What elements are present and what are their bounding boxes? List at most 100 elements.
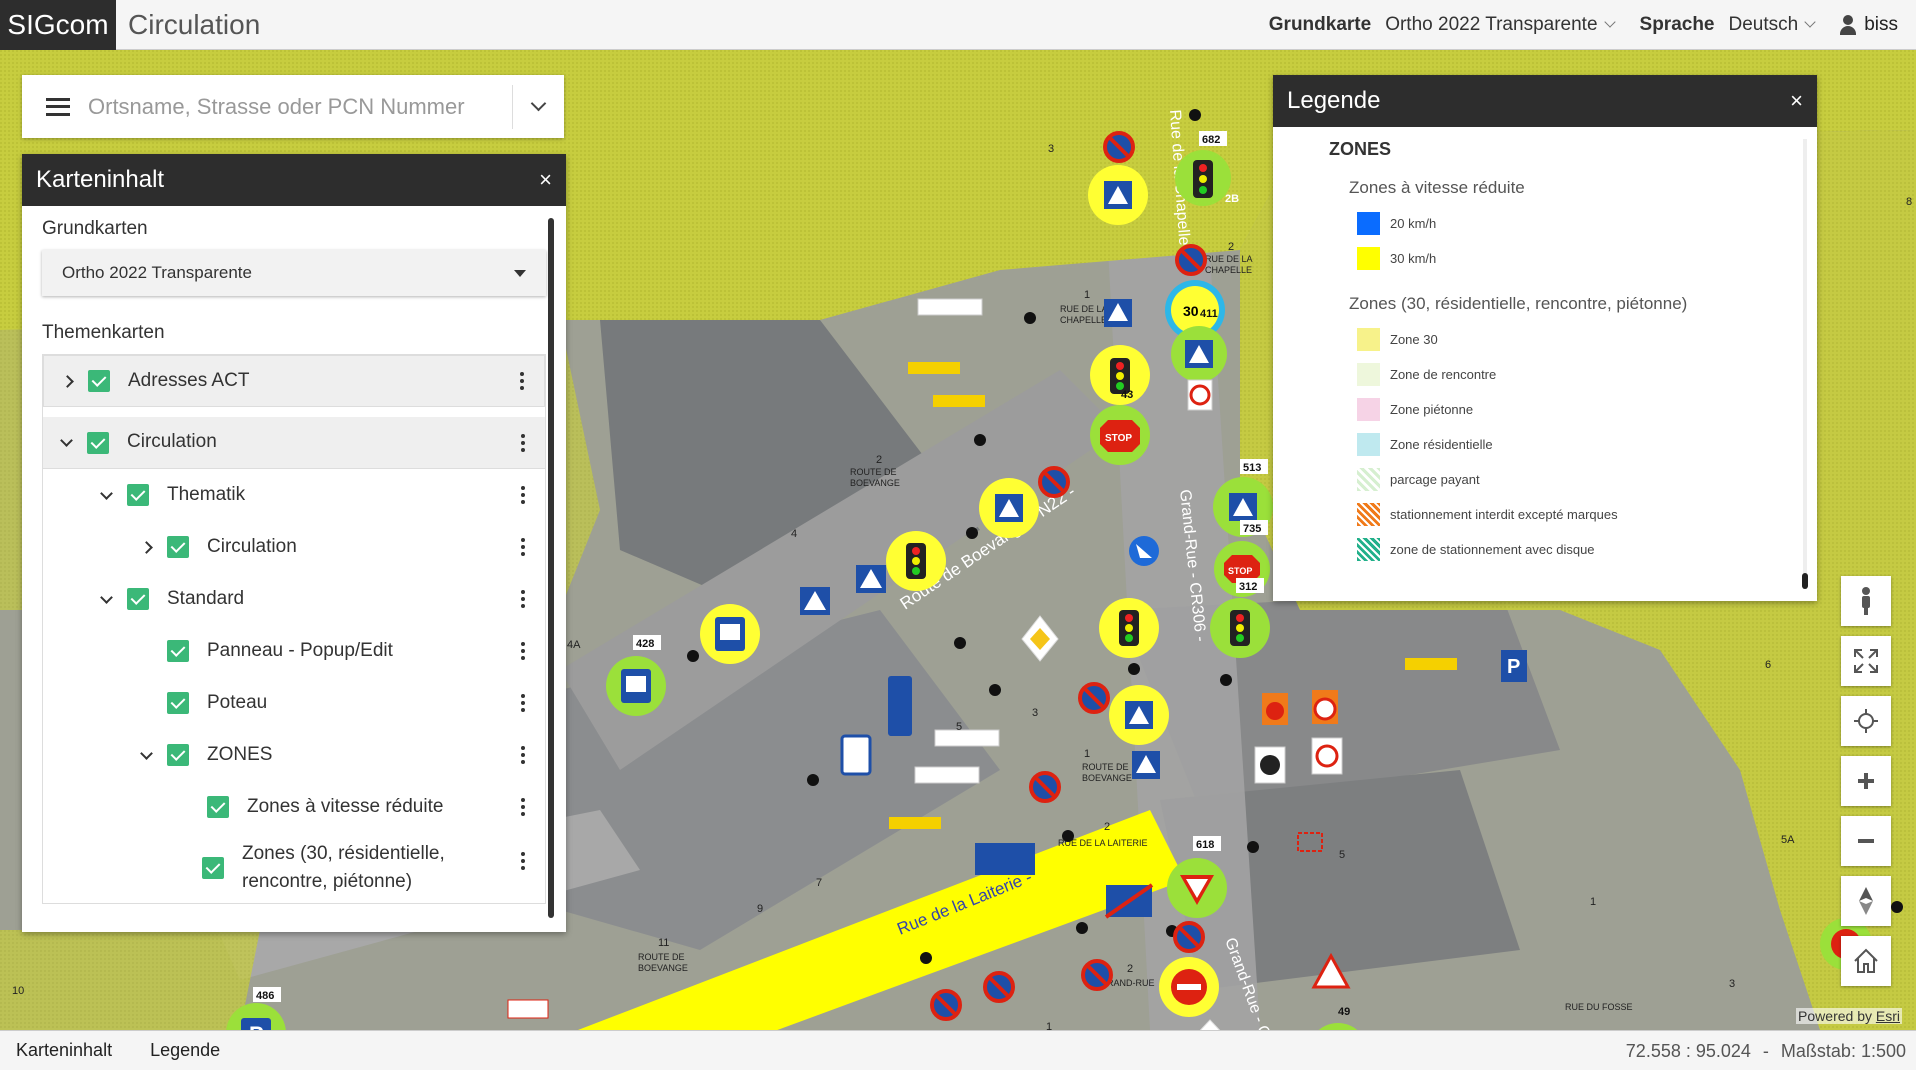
user-menu[interactable]: biss <box>1840 14 1898 36</box>
svg-text:P: P <box>249 1022 264 1030</box>
zoom-out-button[interactable] <box>1841 816 1891 866</box>
zoom-in-icon <box>1858 773 1874 789</box>
legend-label: Zone 30 <box>1390 332 1438 347</box>
layer-row[interactable]: Standard <box>43 573 545 625</box>
layer-row[interactable]: Adresses ACT <box>43 355 545 407</box>
esri-link[interactable]: Esri <box>1876 1008 1900 1024</box>
legend-swatch <box>1357 538 1380 561</box>
layer-row[interactable]: Poteau <box>43 677 545 729</box>
layer-label: Circulation <box>207 535 297 557</box>
layer-checkbox[interactable] <box>207 796 229 818</box>
legend-section-title: ZONES <box>1329 139 1392 159</box>
basemap-value: Ortho 2022 Transparente <box>1385 14 1598 35</box>
street-view-button[interactable] <box>1841 576 1891 626</box>
svg-text:CHAPELLE: CHAPELLE <box>1205 265 1252 275</box>
themes-title: Themenkarten <box>42 322 165 343</box>
more-options-icon[interactable] <box>521 642 525 660</box>
close-icon[interactable]: × <box>1790 88 1803 114</box>
layer-checkbox[interactable] <box>167 536 189 558</box>
search-input[interactable] <box>88 93 512 120</box>
language-dropdown[interactable]: Deutsch <box>1729 14 1827 36</box>
layer-checkbox[interactable] <box>127 588 149 610</box>
svg-text:3: 3 <box>1048 143 1054 155</box>
more-options-icon[interactable] <box>521 486 525 504</box>
legend-panel: Legende × ZONES Zones à vitesse réduite … <box>1273 75 1817 601</box>
layer-checkbox[interactable] <box>127 484 149 506</box>
legend-label: stationnement interdit excepté marques <box>1390 507 1618 522</box>
zoom-in-button[interactable] <box>1841 756 1891 806</box>
svg-text:2: 2 <box>1104 821 1110 833</box>
svg-text:10: 10 <box>12 985 24 997</box>
hamburger-menu-icon[interactable] <box>46 97 70 116</box>
legend-group-title: Zones à vitesse réduite <box>1349 178 1525 197</box>
legend-item: 30 km/h <box>1357 247 1797 270</box>
legend-item: stationnement interdit excepté marques <box>1357 503 1797 526</box>
locate-button[interactable] <box>1841 696 1891 746</box>
user-name: biss <box>1864 14 1898 35</box>
user-icon <box>1840 15 1857 35</box>
layer-row[interactable]: Thematik <box>43 469 545 521</box>
more-options-icon[interactable] <box>521 694 525 712</box>
legend-swatch <box>1357 247 1380 270</box>
expand-toggle[interactable] <box>60 374 74 388</box>
expand-toggle[interactable] <box>139 746 153 760</box>
scale-readout[interactable]: Maßstab: 1:500 <box>1781 1041 1906 1062</box>
legend-item: Zone résidentielle <box>1357 433 1797 456</box>
basemap-dropdown[interactable]: Ortho 2022 Transparente <box>1385 14 1625 36</box>
layer-checkbox[interactable] <box>88 370 110 392</box>
layer-tree: Adresses ACT Circulation Thematik Circul… <box>42 354 546 904</box>
layer-checkbox[interactable] <box>167 744 189 766</box>
chevron-right-icon <box>60 374 74 388</box>
basemap-select[interactable]: Ortho 2022 Transparente <box>42 250 546 296</box>
compass-button[interactable] <box>1841 876 1891 926</box>
more-options-icon[interactable] <box>521 798 525 816</box>
layer-row[interactable]: Circulation <box>43 521 545 573</box>
panel-header: Legende × <box>1273 75 1817 127</box>
svg-text:RUE DE LA: RUE DE LA <box>1060 304 1108 314</box>
tab-karteninhalt[interactable]: Karteninhalt <box>16 1040 112 1061</box>
layer-row[interactable]: Circulation <box>43 417 545 469</box>
home-button[interactable] <box>1841 936 1891 986</box>
legend-item: Zone piétonne <box>1357 398 1797 421</box>
expand-toggle[interactable] <box>59 434 73 447</box>
street-view-icon <box>1862 587 1870 615</box>
close-icon[interactable]: × <box>539 167 552 193</box>
svg-text:1: 1 <box>1046 1021 1052 1030</box>
search-options-button[interactable] <box>512 84 564 129</box>
layer-checkbox[interactable] <box>167 640 189 662</box>
expand-toggle[interactable] <box>99 590 113 604</box>
svg-text:735: 735 <box>1243 523 1261 535</box>
coordinates-readout: 72.558 : 95.024 <box>1625 1040 1751 1061</box>
layer-checkbox[interactable] <box>167 692 189 714</box>
more-options-icon[interactable] <box>521 433 525 452</box>
legend-scrollbar[interactable] <box>1802 139 1808 589</box>
more-options-icon[interactable] <box>521 538 525 556</box>
svg-text:49: 49 <box>1338 1006 1350 1018</box>
brand-logo[interactable]: SIGcom <box>0 0 116 50</box>
layer-checkbox[interactable] <box>202 857 224 879</box>
expand-toggle[interactable] <box>99 486 113 500</box>
legend-swatch <box>1357 212 1380 235</box>
layer-row[interactable]: Zones à vitesse réduite <box>43 781 545 833</box>
locate-icon <box>1854 709 1878 733</box>
svg-text:4: 4 <box>791 528 797 540</box>
more-options-icon[interactable] <box>521 590 525 608</box>
layer-row[interactable]: Zones (30, résidentielle, rencontre, pié… <box>43 833 545 903</box>
layer-label: Panneau - Popup/Edit <box>207 639 393 661</box>
fullscreen-button[interactable] <box>1841 636 1891 686</box>
tab-legende[interactable]: Legende <box>150 1040 220 1061</box>
layer-row[interactable]: ZONES <box>43 729 545 781</box>
svg-text:BOEVANGE: BOEVANGE <box>1082 773 1132 783</box>
app-title: Circulation <box>128 8 261 40</box>
layer-checkbox[interactable] <box>87 431 109 454</box>
expand-toggle[interactable] <box>139 540 153 554</box>
chevron-down-icon <box>99 486 113 500</box>
more-options-icon[interactable] <box>521 746 525 764</box>
svg-text:312: 312 <box>1239 581 1257 593</box>
more-options-icon[interactable] <box>520 372 524 390</box>
legend-item: 20 km/h <box>1357 212 1797 235</box>
layer-row[interactable]: Panneau - Popup/Edit <box>43 625 545 677</box>
layer-label: Adresses ACT <box>128 369 250 391</box>
more-options-icon[interactable] <box>521 852 525 870</box>
panel-scrollbar[interactable] <box>548 218 554 918</box>
